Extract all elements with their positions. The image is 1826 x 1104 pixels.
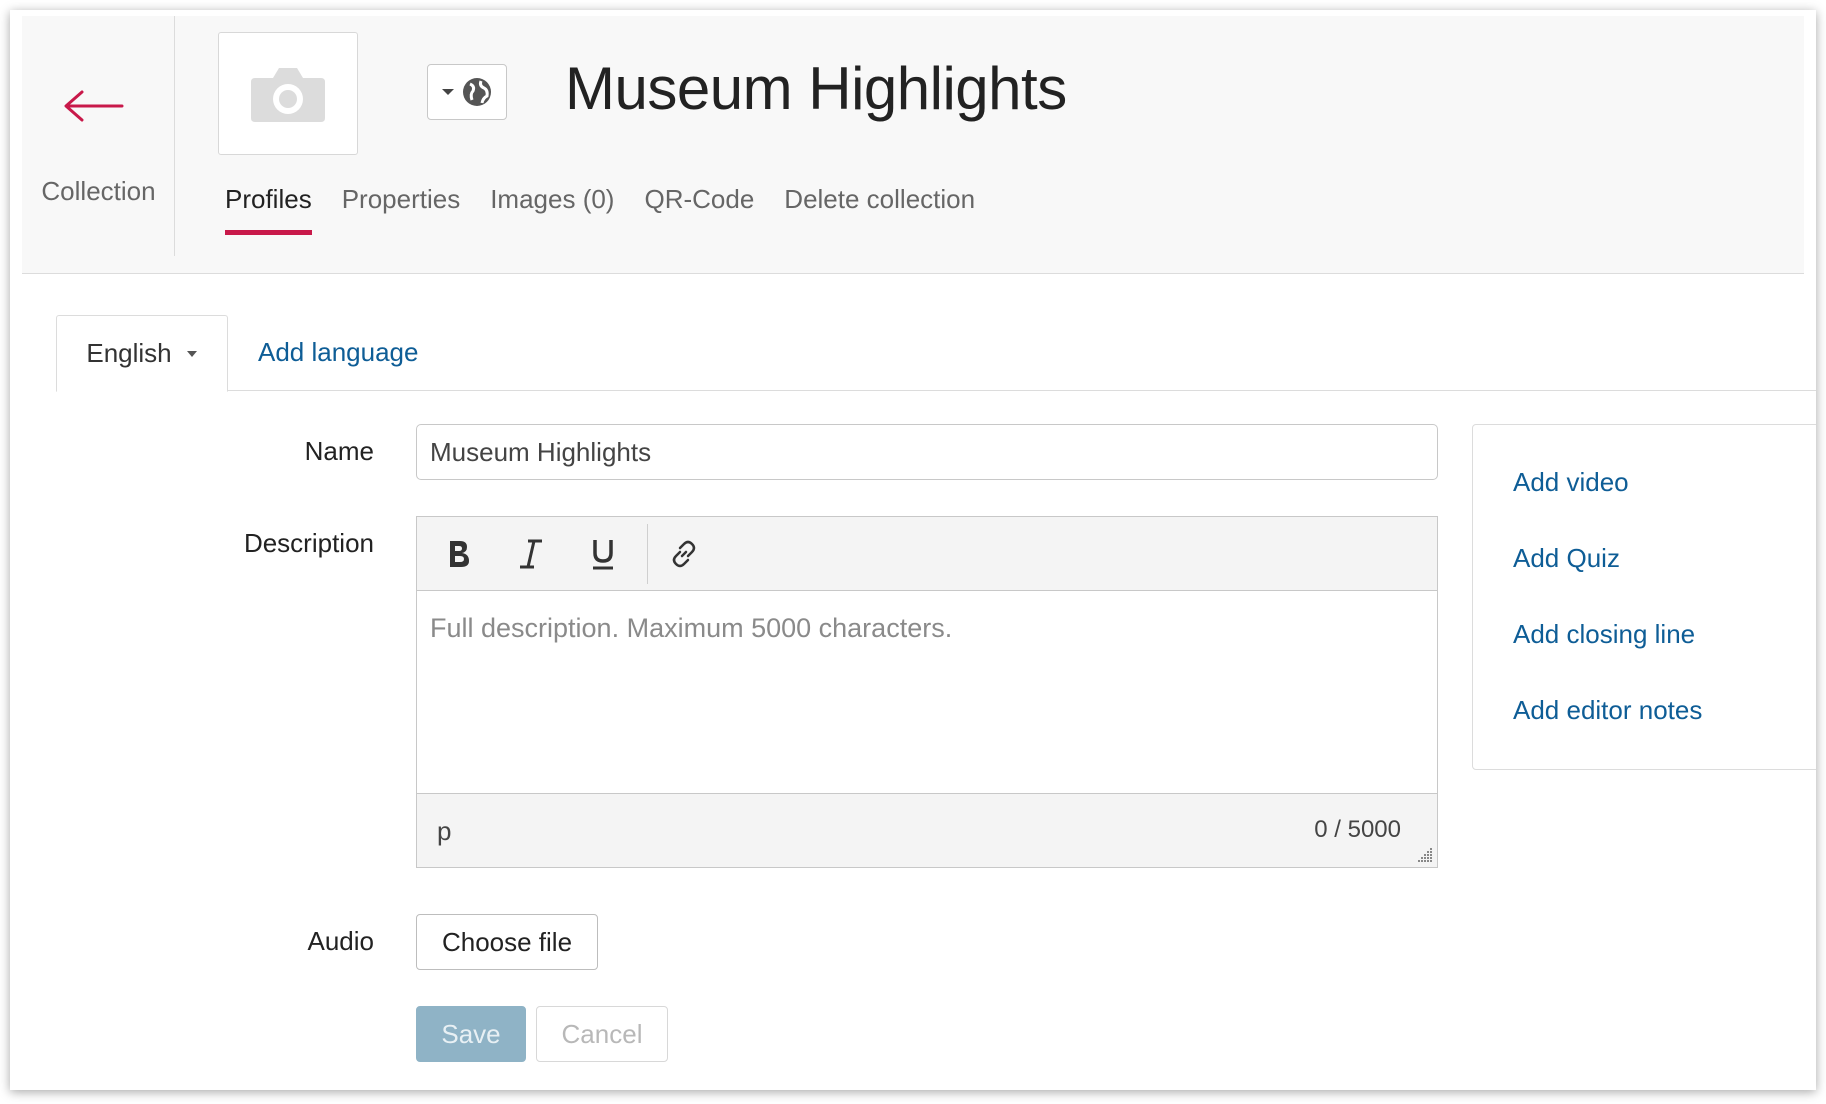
cancel-button[interactable]: Cancel	[536, 1006, 668, 1062]
italic-button[interactable]	[503, 526, 559, 582]
camera-icon	[251, 67, 325, 122]
add-language-link[interactable]: Add language	[258, 337, 418, 368]
element-path[interactable]: p	[437, 816, 451, 847]
tab-images[interactable]: Images (0)	[490, 184, 614, 235]
arrow-left-icon[interactable]	[62, 86, 124, 126]
caret-down-icon	[442, 89, 454, 95]
editor-toolbar	[417, 517, 1437, 591]
save-button[interactable]: Save	[416, 1006, 526, 1062]
description-textarea[interactable]: Full description. Maximum 5000 character…	[417, 591, 1437, 793]
collection-tabs: Profiles Properties Images (0) QR-Code D…	[225, 184, 1005, 235]
visibility-dropdown[interactable]	[427, 64, 507, 120]
audio-label: Audio	[307, 926, 375, 956]
tab-delete-collection[interactable]: Delete collection	[784, 184, 975, 235]
bold-icon	[450, 540, 469, 567]
back-label[interactable]: Collection	[22, 176, 175, 207]
bold-button[interactable]	[431, 526, 487, 582]
underline-icon	[593, 539, 613, 569]
add-editor-notes-link[interactable]: Add editor notes	[1513, 695, 1702, 726]
tab-properties[interactable]: Properties	[342, 184, 461, 235]
editor-statusbar: p 0 / 5000	[417, 793, 1437, 867]
link-icon	[672, 540, 696, 567]
name-label: Name	[304, 436, 374, 466]
globe-icon	[463, 78, 491, 106]
underline-button[interactable]	[575, 526, 631, 582]
caret-down-icon	[186, 350, 197, 357]
language-current: English	[86, 338, 172, 368]
add-video-link[interactable]: Add video	[1513, 467, 1629, 498]
add-closing-line-link[interactable]: Add closing line	[1513, 619, 1695, 650]
toolbar-separator	[647, 523, 648, 584]
language-tabs: English Add language	[56, 315, 1816, 392]
description-editor: Full description. Maximum 5000 character…	[416, 516, 1438, 868]
page-title: Museum Highlights	[565, 55, 1067, 122]
collection-header: Collection Museum Highlights Profiles Pr…	[22, 16, 1804, 274]
description-label: Description	[243, 528, 374, 558]
add-quiz-link[interactable]: Add Quiz	[1513, 543, 1620, 574]
character-counter: 0 / 5000	[1314, 816, 1401, 843]
resize-handle-icon[interactable]	[1417, 847, 1433, 863]
choose-file-button[interactable]: Choose file	[416, 914, 598, 970]
link-button[interactable]	[656, 526, 712, 582]
name-input[interactable]	[416, 424, 1438, 480]
app-window: Collection Museum Highlights Profiles Pr…	[10, 10, 1816, 1090]
collection-photo-upload[interactable]	[218, 32, 358, 155]
tab-qr-code[interactable]: QR-Code	[644, 184, 754, 235]
italic-icon	[520, 539, 542, 568]
back-column: Collection	[22, 16, 175, 256]
tab-profiles[interactable]: Profiles	[225, 184, 312, 235]
language-selector[interactable]: English	[56, 315, 228, 392]
add-content-panel: Add video Add Quiz Add closing line Add …	[1472, 424, 1816, 770]
